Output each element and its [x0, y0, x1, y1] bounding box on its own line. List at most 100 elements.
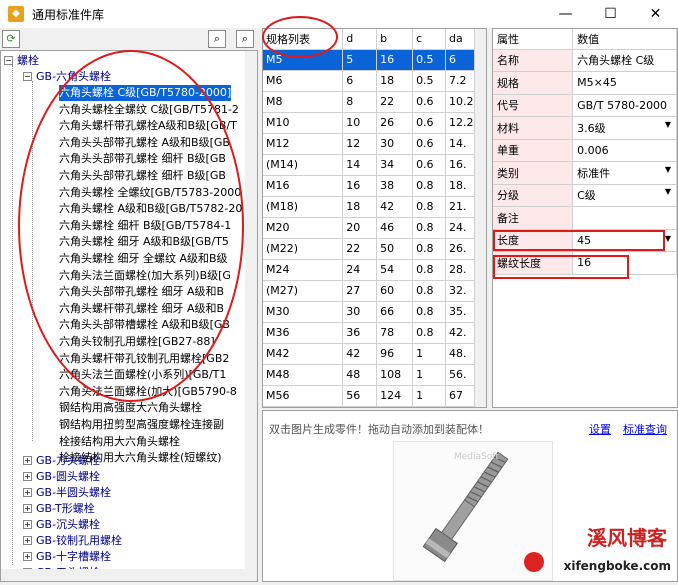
refresh-icon[interactable]: ⟳ [2, 30, 20, 48]
specs-row[interactable]: M6 6 18 0.5 7.2 [263, 70, 477, 92]
specs-row[interactable]: M56 56 124 1 67 [263, 385, 477, 407]
property-row[interactable]: 备注 [493, 206, 677, 230]
specs-row[interactable]: M10 10 26 0.6 12.2 [263, 112, 477, 134]
standard-query-link[interactable]: 标准查询 [623, 421, 667, 437]
close-button[interactable]: ✕ [633, 0, 678, 28]
property-row[interactable]: 单重 0.006 [493, 139, 677, 162]
specs-cell: 6 [445, 49, 477, 71]
specs-column-header[interactable]: c [412, 29, 446, 50]
tree-group[interactable]: + GB-半圆头螺栓 [23, 485, 111, 501]
tree-group[interactable]: + GB-T形螺栓 [23, 501, 95, 517]
property-value[interactable] [572, 206, 677, 230]
expand-icon[interactable]: + [23, 488, 32, 497]
specs-row[interactable]: (M18) 18 42 0.8 21. [263, 196, 477, 218]
specs-cell: 22 [342, 238, 378, 260]
specs-cell: M6 [263, 70, 344, 92]
property-value[interactable]: 3.6级 ▼ [572, 116, 677, 140]
specs-row[interactable]: M36 36 78 0.8 42. [263, 322, 477, 344]
specs-cell: 30 [342, 301, 378, 323]
tree-root-bolts[interactable]: − 螺栓 [4, 53, 39, 69]
tree-vertical-scrollbar[interactable] [245, 51, 257, 571]
minimize-button[interactable]: — [543, 0, 588, 28]
property-value[interactable]: 标准件 ▼ [572, 161, 677, 185]
properties-table[interactable]: 属性 数值 名称 六角头螺栓 C级 规格 M5×45 代号 GB/T 5780-2000 材… [492, 28, 678, 408]
dropdown-arrow-icon[interactable]: ▼ [662, 165, 674, 174]
specs-column-header[interactable]: da [445, 29, 477, 50]
specs-table[interactable]: 规格列表 d b c da M5 5 16 0.5 6 M6 6 18 0.5 7.2 M8 8 22 0.6 10… [262, 28, 487, 408]
property-value[interactable]: C级 ▼ [572, 184, 677, 207]
specs-cell: 1 [412, 343, 446, 365]
tree-group[interactable]: + GB-沉头螺栓 [23, 517, 100, 533]
specs-cell: 16 [376, 49, 414, 71]
collapse-icon[interactable]: − [23, 72, 32, 81]
specs-row[interactable]: M30 30 66 0.8 35. [263, 301, 477, 323]
specs-cell: M56 [263, 385, 344, 407]
expand-icon[interactable]: + [23, 472, 32, 481]
property-row[interactable]: 分级 C级 ▼ [493, 184, 677, 207]
expand-icon[interactable]: + [23, 552, 32, 561]
specs-cell: 12 [342, 133, 378, 155]
specs-vertical-scrollbar[interactable] [474, 29, 486, 407]
specs-cell: 18 [342, 196, 378, 218]
tree-horizontal-scrollbar[interactable] [1, 569, 257, 581]
specs-row[interactable]: M20 20 46 0.8 24. [263, 217, 477, 239]
specs-cell: 56. [445, 364, 477, 386]
annotation-box-thread-length [493, 255, 629, 279]
property-value[interactable]: 六角头螺栓 C级 [572, 49, 677, 72]
specs-column-header[interactable]: d [342, 29, 378, 50]
specs-row[interactable]: (M14) 14 34 0.6 16. [263, 154, 477, 176]
specs-cell: 24 [342, 259, 378, 281]
specs-row[interactable]: M12 12 30 0.6 14. [263, 133, 477, 155]
expand-icon[interactable]: + [23, 456, 32, 465]
property-name: 备注 [493, 206, 574, 230]
property-row[interactable]: 规格 M5×45 [493, 71, 677, 95]
specs-row[interactable]: (M22) 22 50 0.8 26. [263, 238, 477, 260]
specs-cell: 27 [342, 280, 378, 302]
tree-group[interactable]: + GB-圆头螺栓 [23, 469, 100, 485]
property-row[interactable]: 名称 六角头螺栓 C级 [493, 49, 677, 72]
expand-icon[interactable]: + [23, 520, 32, 529]
specs-cell: M24 [263, 259, 344, 281]
tree-group[interactable]: + GB-十字槽螺栓 [23, 549, 111, 565]
tree-item[interactable]: 栓接结构用大六角头螺栓 [59, 434, 180, 450]
tree-group[interactable]: + GB-铰制孔用螺栓 [23, 533, 122, 549]
dropdown-arrow-icon[interactable]: ▼ [662, 187, 674, 196]
specs-column-header[interactable]: b [376, 29, 414, 50]
specs-row[interactable]: M48 48 108 1 56. [263, 364, 477, 386]
specs-row[interactable]: M6464140175 [263, 406, 477, 407]
property-row[interactable]: 材料 3.6级 ▼ [493, 116, 677, 140]
maximize-button[interactable]: ☐ [588, 0, 633, 28]
specs-row[interactable]: (M27) 27 60 0.8 32. [263, 280, 477, 302]
setup-link[interactable]: 设置 [589, 421, 611, 437]
bolt-icon [422, 451, 544, 572]
property-value[interactable]: 0.006 [572, 139, 677, 162]
specs-row[interactable]: M42 42 96 1 48. [263, 343, 477, 365]
tree-item[interactable]: 钢结构用高强度大六角头螺栓 [59, 400, 202, 416]
property-name: 分级 [493, 184, 574, 207]
specs-cell: 0.6 [412, 133, 446, 155]
dropdown-arrow-icon[interactable]: ▼ [662, 120, 674, 129]
property-value[interactable]: M5×45 [572, 71, 677, 95]
tree-group[interactable]: + GB-方头螺栓 [23, 453, 100, 469]
property-row[interactable]: 代号 GB/T 5780-2000 [493, 94, 677, 117]
search-icon[interactable]: ⌕ [208, 30, 226, 48]
search-next-icon[interactable]: ⌕ [236, 30, 254, 48]
specs-row[interactable]: M8 8 22 0.6 10.2 [263, 91, 477, 113]
bolt-preview-image[interactable]: MediaSoft [393, 441, 553, 581]
expand-icon[interactable]: + [23, 504, 32, 513]
property-name: 代号 [493, 94, 574, 117]
specs-cell: 1 [412, 385, 446, 407]
specs-row[interactable]: M24 24 54 0.8 28. [263, 259, 477, 281]
specs-cell: 56 [342, 385, 378, 407]
specs-cell: 14. [445, 133, 477, 155]
expand-icon[interactable]: + [23, 536, 32, 545]
annotation-ellipse-spec-header [262, 16, 338, 58]
tree-item[interactable]: 钢结构用扭剪型高强度螺栓连接副 [59, 417, 224, 433]
specs-cell: 24. [445, 217, 477, 239]
specs-row[interactable]: M16 16 38 0.8 18. [263, 175, 477, 197]
property-value[interactable]: GB/T 5780-2000 [572, 94, 677, 117]
collapse-icon[interactable]: − [4, 56, 13, 65]
specs-cell: 16 [342, 175, 378, 197]
specs-cell: M42 [263, 343, 344, 365]
property-row[interactable]: 类别 标准件 ▼ [493, 161, 677, 185]
